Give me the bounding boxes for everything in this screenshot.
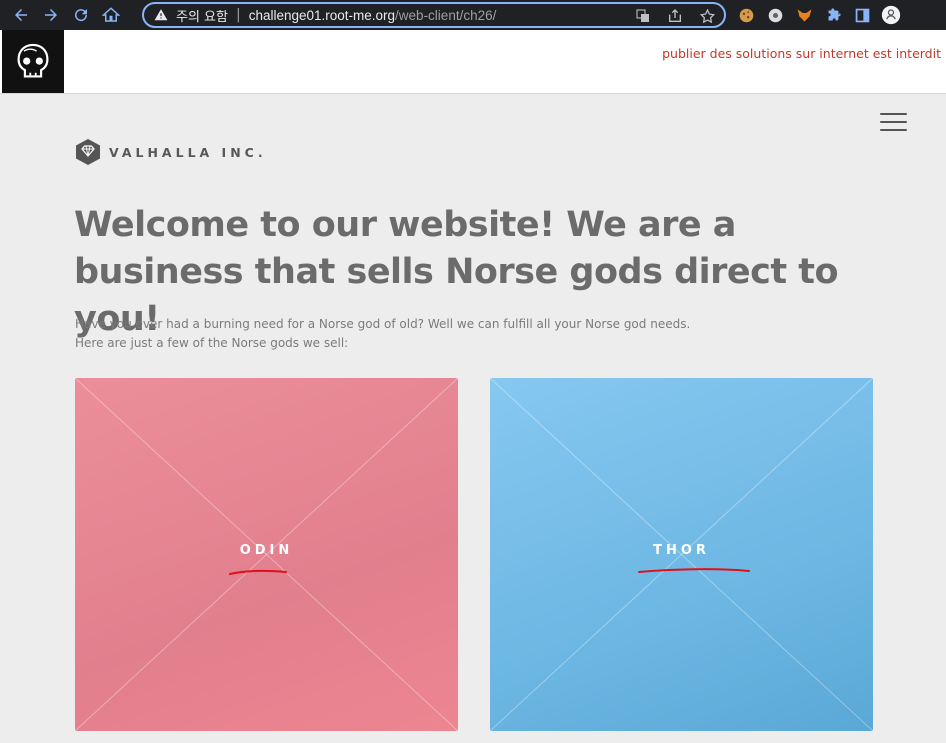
god-tile-thor[interactable]: THOR (490, 378, 873, 731)
back-icon[interactable] (6, 2, 36, 28)
rootme-logo[interactable] (2, 30, 64, 93)
side-panel-icon[interactable] (852, 5, 872, 25)
cookie-extension-icon[interactable] (736, 5, 756, 25)
browser-toolbar: 주의 요함 | challenge01.root-me.org/web-clie… (0, 0, 946, 30)
intro-line-2: Here are just a few of the Norse gods we… (75, 336, 349, 350)
puzzle-extensions-icon[interactable] (823, 5, 843, 25)
url-path: /web-client/ch26/ (395, 7, 497, 23)
valhalla-page: VALHALLA INC. Welcome to our website! We… (0, 94, 946, 743)
tile-label-thor: THOR (653, 543, 710, 558)
security-warning[interactable]: 주의 요함 (154, 6, 228, 25)
diamond-logo-icon (76, 139, 100, 165)
red-underline-annotation (229, 569, 287, 575)
tile-label-odin: ODIN (239, 543, 294, 558)
brand-name: VALHALLA INC. (109, 144, 267, 160)
home-icon[interactable] (96, 2, 126, 28)
skull-icon (17, 43, 49, 77)
intro-line-1: Have you ever had a burning need for a N… (75, 317, 691, 331)
url-host: challenge01.root-me.org (248, 7, 396, 23)
hamburger-menu-icon[interactable] (880, 113, 907, 131)
fox-extension-icon[interactable] (794, 5, 814, 25)
translate-icon[interactable] (634, 7, 652, 25)
red-underline-annotation (638, 568, 750, 573)
bookmark-star-icon[interactable] (698, 7, 716, 25)
reload-icon[interactable] (66, 2, 96, 28)
omnibox-separator: | (235, 7, 241, 23)
warning-icon (154, 9, 168, 21)
rootme-notice: publier des solutions sur internet est i… (662, 46, 941, 61)
address-bar[interactable]: 주의 요함 | challenge01.root-me.org/web-clie… (142, 2, 726, 28)
site-brand[interactable]: VALHALLA INC. (76, 139, 267, 165)
intro-text: Have you ever had a burning need for a N… (75, 315, 775, 353)
forward-icon[interactable] (36, 2, 66, 28)
extension-circle-icon[interactable] (765, 5, 785, 25)
security-label: 주의 요함 (176, 9, 228, 25)
god-tile-odin[interactable]: ODIN (75, 378, 458, 731)
profile-avatar-icon[interactable] (881, 5, 901, 25)
rootme-header: publier des solutions sur internet est i… (0, 30, 946, 94)
share-icon[interactable] (666, 7, 684, 25)
